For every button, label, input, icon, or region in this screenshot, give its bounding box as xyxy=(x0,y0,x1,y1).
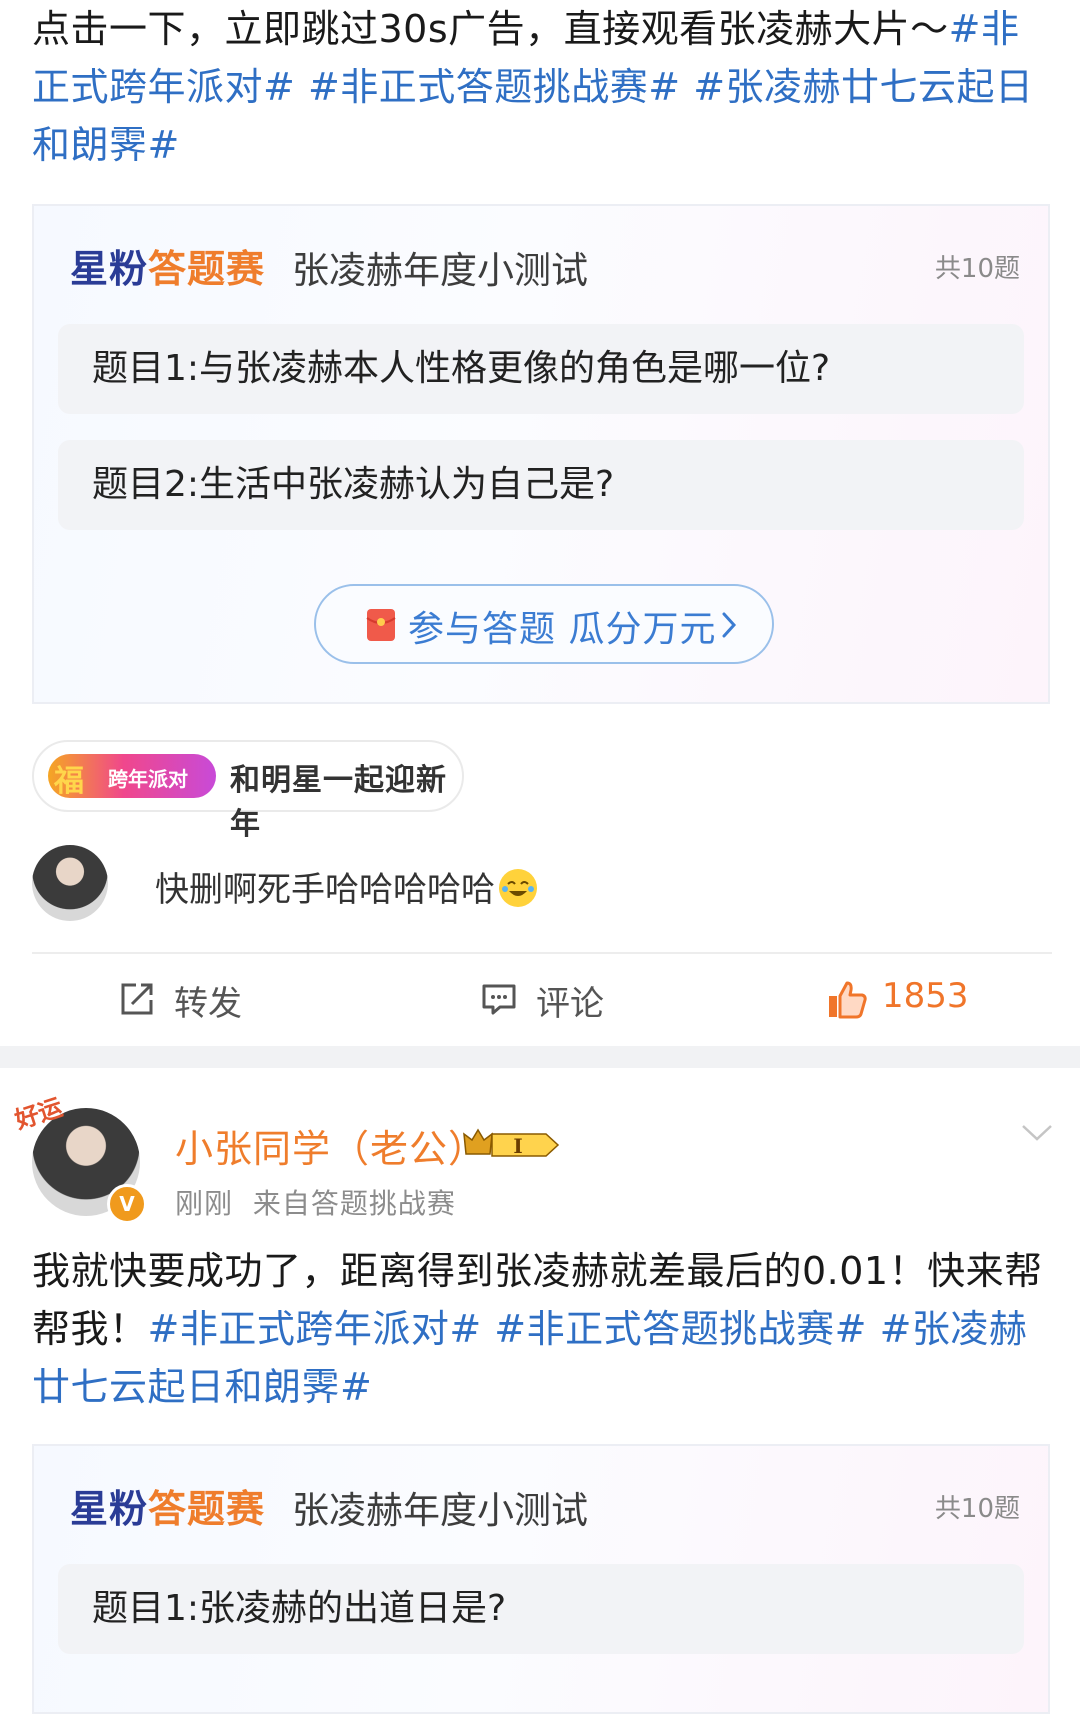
quiz-card[interactable]: 星粉答题赛 张凌赫年度小测试 共10题 题目1:张凌赫的出道日是? xyxy=(32,1444,1050,1714)
repost-label: 转发 xyxy=(174,984,242,1024)
thumbs-up-icon xyxy=(826,980,868,1024)
hashtag-link[interactable]: #非正式跨年派对# xyxy=(148,1307,482,1351)
chevron-right-icon xyxy=(720,610,738,644)
chevron-down-icon[interactable] xyxy=(1020,1122,1054,1148)
question-item[interactable]: 题目2:生活中张凌赫认为自己是? xyxy=(58,440,1024,530)
topic-chip-label: 和明星一起迎新年 xyxy=(230,763,447,842)
quiz-title: 张凌赫年度小测试 xyxy=(292,249,588,292)
comment-icon xyxy=(480,980,518,1022)
vip-level-text: I xyxy=(513,1134,522,1158)
post-separator xyxy=(0,1046,1080,1068)
repost-icon xyxy=(118,980,156,1022)
comment-text: 快删啊死手哈哈哈哈哈 xyxy=(155,870,495,910)
vip-level-badge: I xyxy=(462,1126,562,1168)
user-name[interactable]: 小张同学（老公） xyxy=(175,1118,487,1173)
post-body: 点击一下，立即跳过30s广告，直接观看张凌赫大片～ xyxy=(32,7,949,51)
quiz-card[interactable]: 星粉答题赛 张凌赫年度小测试 共10题 题目1:与张凌赫本人性格更像的角色是哪一… xyxy=(32,204,1050,704)
join-quiz-label: 参与答题 瓜分万元 xyxy=(408,609,717,650)
like-count: 1853 xyxy=(882,976,969,1016)
new-year-party-badge: 福 跨年派对 xyxy=(48,754,216,798)
quiz-card-header: 星粉答题赛 张凌赫年度小测试 共10题 xyxy=(70,1476,1020,1532)
divider xyxy=(32,952,1052,954)
question-item[interactable]: 题目1:张凌赫的出道日是? xyxy=(58,1564,1024,1654)
question-count: 共10题 xyxy=(934,1494,1020,1524)
question-item[interactable]: 题目1:与张凌赫本人性格更像的角色是哪一位? xyxy=(58,324,1024,414)
question-count: 共10题 xyxy=(934,254,1020,284)
commenter-avatar[interactable] xyxy=(32,845,108,921)
post-meta: 刚刚 来自答题挑战赛 xyxy=(175,1182,456,1222)
quiz-logo: 星粉答题赛 xyxy=(70,247,266,291)
hot-comment[interactable]: 快删啊死手哈哈哈哈哈 xyxy=(155,862,537,911)
post-text: 我就快要成功了，距离得到张凌赫就差最后的0.01！快来帮帮我！#非正式跨年派对#… xyxy=(32,1242,1052,1416)
post-source: 来自答题挑战赛 xyxy=(252,1187,456,1220)
laughing-tears-icon xyxy=(499,869,537,907)
quiz-card-header: 星粉答题赛 张凌赫年度小测试 共10题 xyxy=(70,236,1020,292)
quiz-title: 张凌赫年度小测试 xyxy=(292,1489,588,1532)
hashtag-link[interactable]: #非正式答题挑战赛# xyxy=(494,1307,867,1351)
quiz-logo: 星粉答题赛 xyxy=(70,1487,266,1531)
verified-badge-icon: V xyxy=(107,1184,147,1224)
red-packet-icon xyxy=(366,608,396,646)
join-quiz-button[interactable]: 参与答题 瓜分万元 xyxy=(314,584,774,664)
comment-label: 评论 xyxy=(536,984,604,1024)
hashtag-link[interactable]: #非正式答题挑战赛# xyxy=(308,65,681,109)
post-text: 点击一下，立即跳过30s广告，直接观看张凌赫大片～#非正式跨年派对# #非正式答… xyxy=(32,0,1052,174)
topic-chip[interactable]: 福 跨年派对 和明星一起迎新年 xyxy=(32,740,464,842)
post-time: 刚刚 xyxy=(175,1187,234,1220)
